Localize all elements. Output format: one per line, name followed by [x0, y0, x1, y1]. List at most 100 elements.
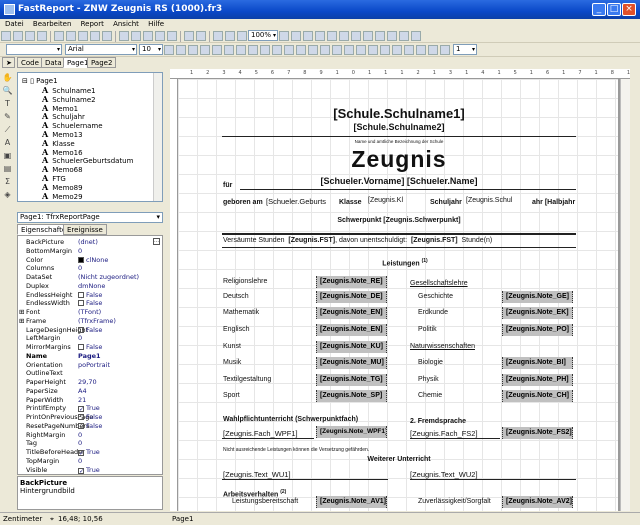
vertical-scrollbar[interactable]	[620, 79, 630, 511]
geboren-label[interactable]: geboren am	[223, 199, 263, 206]
align-text-right-icon[interactable]	[272, 45, 282, 55]
property-value[interactable]: A4	[78, 387, 87, 396]
tree-item[interactable]: A SchuelerGeburtsdatum	[42, 156, 133, 165]
checkbox-checked[interactable]: ✓	[78, 450, 84, 457]
grid-icon[interactable]	[213, 31, 223, 41]
wpf-heading[interactable]: Wahlpflichtunterricht (Schwerpunktfach)	[223, 416, 358, 423]
property-value[interactable]: False	[78, 413, 102, 422]
property-row[interactable]: PrintOnPreviousPage False	[18, 413, 162, 422]
group-icon[interactable]	[184, 31, 194, 41]
align-text-center-icon[interactable]	[260, 45, 270, 55]
cut-icon[interactable]	[119, 31, 129, 41]
subject-label[interactable]: Chemie	[418, 392, 442, 399]
zeugnis-title[interactable]: Zeugnis	[351, 146, 446, 173]
property-row[interactable]: BackPicture (dnet)…	[18, 238, 162, 247]
font-color-icon[interactable]	[212, 45, 222, 55]
property-row[interactable]: Color clNone	[18, 256, 162, 265]
text-tool-icon[interactable]: T	[2, 98, 13, 109]
grade-field[interactable]: [Zeugnis.Note_MU]	[316, 357, 387, 369]
text-object-icon[interactable]: A	[2, 137, 13, 148]
subject-label[interactable]: Textilgestaltung	[223, 376, 271, 383]
wpf-fach-field[interactable]: [Zeugnis.Fach_WPF1]	[223, 429, 298, 438]
minimize-button[interactable]: _	[592, 3, 606, 16]
property-row[interactable]: PrintIfEmpty ✓ True	[18, 404, 162, 413]
sum-icon[interactable]: Σ	[2, 176, 13, 187]
property-value[interactable]: poPortrait	[78, 361, 110, 370]
tree-item[interactable]: A Memo29	[42, 192, 83, 201]
property-row[interactable]: RightMargin 0	[18, 431, 162, 440]
tree-item[interactable]: A Schuelername	[42, 121, 103, 130]
font-size-combo[interactable]: 10 ▾	[139, 44, 163, 55]
property-row[interactable]: PaperSize A4	[18, 387, 162, 396]
property-row[interactable]: ⊞ Font (TFont)	[18, 308, 162, 317]
property-row[interactable]: OutlineText	[18, 369, 162, 378]
picture-icon[interactable]: ▣	[2, 150, 13, 161]
center-h-icon[interactable]	[375, 31, 385, 41]
align-right-icon[interactable]	[303, 31, 313, 41]
subreport-icon[interactable]: ▤	[2, 163, 13, 174]
fuer-label[interactable]: für	[223, 182, 232, 189]
leistungen-heading[interactable]: Leistungen (1)	[382, 258, 427, 267]
property-row[interactable]: EndlessHeight False	[18, 291, 162, 300]
tree-item[interactable]: A Memo68	[42, 165, 83, 174]
property-value[interactable]: 0	[78, 264, 82, 273]
object-selector[interactable]: Page1: TfrxReportPage ▾	[17, 212, 163, 223]
property-row[interactable]: Orientation poPortrait	[18, 361, 162, 370]
justify-icon[interactable]	[284, 45, 294, 55]
property-value[interactable]: ✓ True	[78, 448, 100, 457]
grade-field[interactable]: [Zeugnis.Note_BI]	[502, 357, 573, 369]
checkbox-unchecked[interactable]	[78, 300, 84, 307]
tab-page2[interactable]: Page2	[87, 57, 117, 68]
align-text-middle-icon[interactable]	[308, 45, 318, 55]
property-row[interactable]: Duplex dmNone	[18, 282, 162, 291]
subject-label[interactable]: Erdkunde	[418, 309, 448, 316]
open-icon[interactable]	[13, 31, 23, 41]
tab-code[interactable]: Code	[17, 57, 43, 68]
klasse-label[interactable]: Klasse	[339, 199, 362, 206]
wu1-field[interactable]: [Zeugnis.Text_WU1]	[223, 470, 291, 479]
page-settings-icon[interactable]	[90, 31, 100, 41]
property-value[interactable]: 0	[78, 247, 82, 256]
klasse-field[interactable]: [Zeugnis.Kl	[368, 197, 403, 204]
tree-item[interactable]: A Memo16	[42, 148, 83, 157]
checkbox-unchecked[interactable]	[78, 326, 84, 333]
grade-field[interactable]: [Zeugnis.Note_PH]	[502, 374, 573, 386]
property-value[interactable]: ✓ True	[78, 466, 100, 475]
property-row[interactable]: TopMargin 0	[18, 457, 162, 466]
tree-item[interactable]: A Memo89	[42, 183, 83, 192]
center-v-icon[interactable]	[387, 31, 397, 41]
av1-label[interactable]: Leistungsbereitschaft	[232, 498, 298, 505]
fit-icon[interactable]	[237, 31, 247, 41]
schueler-name-field[interactable]: [Schueler.Vorname] [Schueler.Name]	[321, 176, 478, 186]
frame-top-icon[interactable]	[332, 45, 342, 55]
zoom-combo[interactable]: 100% ▾	[248, 30, 278, 41]
property-value[interactable]: (TfrxFrame)	[78, 317, 116, 326]
more-objects-icon[interactable]: ◈	[2, 189, 13, 200]
property-row[interactable]: Tag 0	[18, 439, 162, 448]
redo-icon[interactable]	[167, 31, 177, 41]
property-row[interactable]: EndlessWidth False	[18, 299, 162, 308]
property-value[interactable]: (Nicht zugeordnet)	[78, 273, 139, 282]
paste-icon[interactable]	[143, 31, 153, 41]
new-page-icon[interactable]	[54, 31, 64, 41]
property-row[interactable]: Visible ✓ True	[18, 466, 162, 475]
av1-note-field[interactable]: [Zeugnis.Note_AV1]	[316, 496, 387, 508]
schuljahr-label[interactable]: Schuljahr	[430, 199, 462, 206]
checkbox-unchecked[interactable]	[78, 422, 84, 429]
expand-icon[interactable]: ⊞	[19, 308, 24, 317]
tree-item[interactable]: A Schulname2	[42, 95, 96, 104]
property-row[interactable]: ResetPageNumbers False	[18, 422, 162, 431]
gesellschaftslehre-label[interactable]: Gesellschaftslehre	[410, 280, 468, 287]
space-v-icon[interactable]	[363, 31, 373, 41]
align-text-top-icon[interactable]	[296, 45, 306, 55]
subject-label[interactable]: Religionslehre	[223, 278, 267, 285]
fs2-heading[interactable]: 2. Fremdsprache	[410, 418, 466, 425]
property-value[interactable]: False	[78, 299, 102, 308]
checkbox-checked[interactable]: ✓	[78, 406, 84, 413]
property-value[interactable]: ✓ True	[78, 404, 100, 413]
font-name-combo[interactable]: Arial ▾	[65, 44, 137, 55]
subject-label[interactable]: Sport	[223, 392, 240, 399]
fs2-note-field[interactable]: [Zeugnis.Note_FS2]	[502, 427, 573, 439]
naturwissenschaften-label[interactable]: Naturwissenschaften	[410, 343, 475, 350]
save-icon[interactable]	[25, 31, 35, 41]
